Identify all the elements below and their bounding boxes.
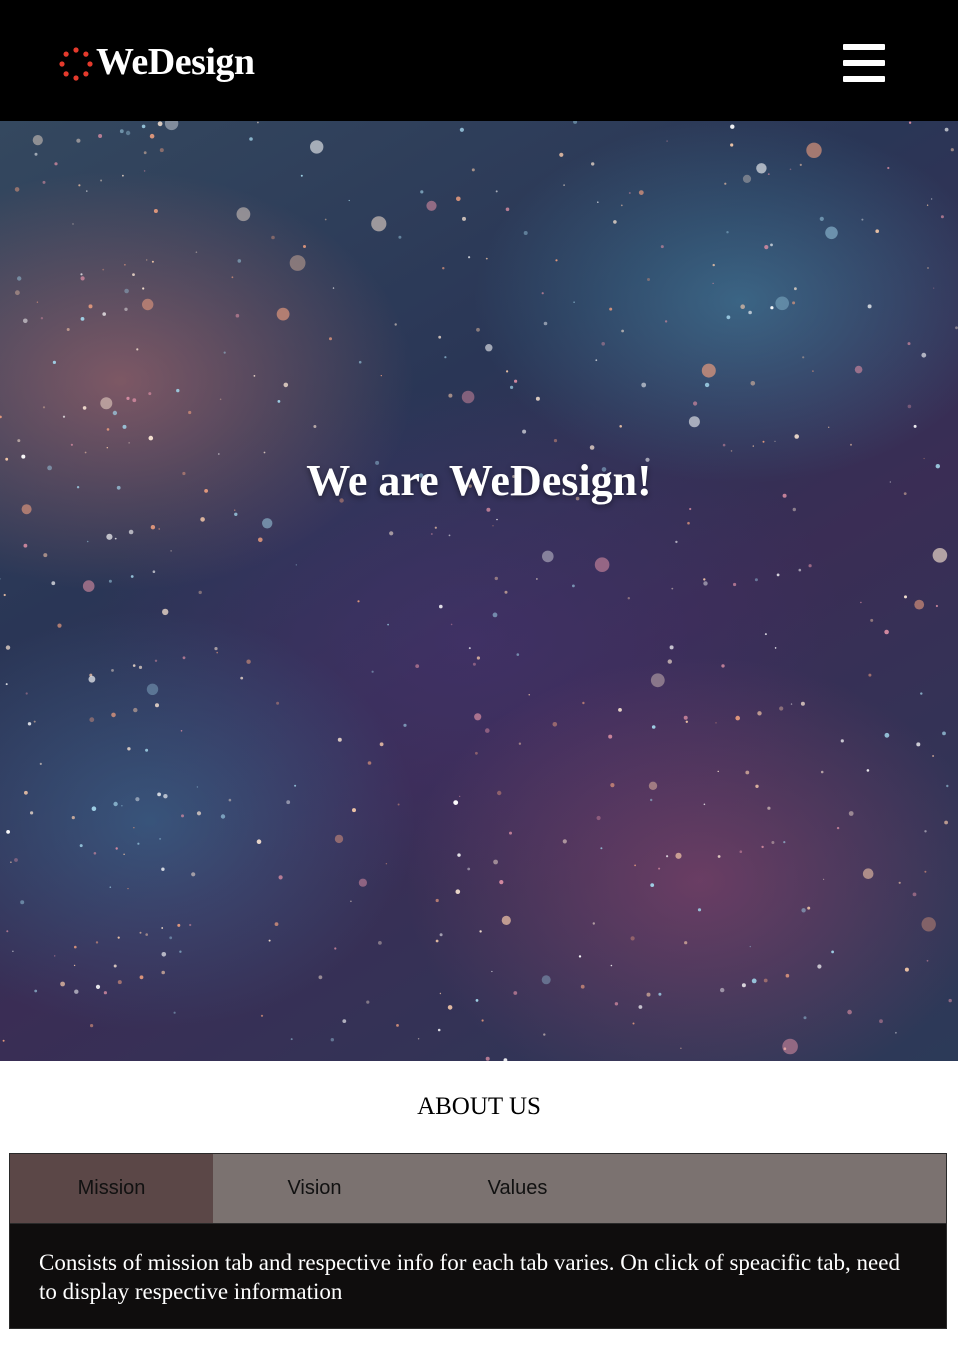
- menu-bar: [843, 76, 885, 82]
- about-heading: ABOUT US: [417, 1093, 541, 1120]
- hamburger-menu-icon[interactable]: [843, 44, 885, 82]
- menu-bar: [843, 44, 885, 50]
- site-header: WeDesign: [0, 0, 958, 121]
- dotted-circle-logo-icon: [59, 47, 93, 81]
- menu-bar: [843, 60, 885, 66]
- tab-content: Consists of mission tab and respective i…: [39, 1250, 900, 1304]
- tab-vision[interactable]: Vision: [213, 1154, 416, 1223]
- logo[interactable]: WeDesign: [56, 40, 255, 88]
- tab-bar: Mission Vision Values: [10, 1154, 946, 1224]
- hero-background-image: [0, 121, 958, 1061]
- tab-mission[interactable]: Mission: [10, 1154, 213, 1223]
- logo-text: WeDesign: [96, 41, 255, 83]
- about-tabs: Mission Vision Values Consists of missio…: [9, 1153, 947, 1329]
- tab-values[interactable]: Values: [416, 1154, 619, 1223]
- hero-title: We are WeDesign!: [306, 456, 652, 505]
- hero-banner: We are WeDesign!: [0, 121, 958, 1061]
